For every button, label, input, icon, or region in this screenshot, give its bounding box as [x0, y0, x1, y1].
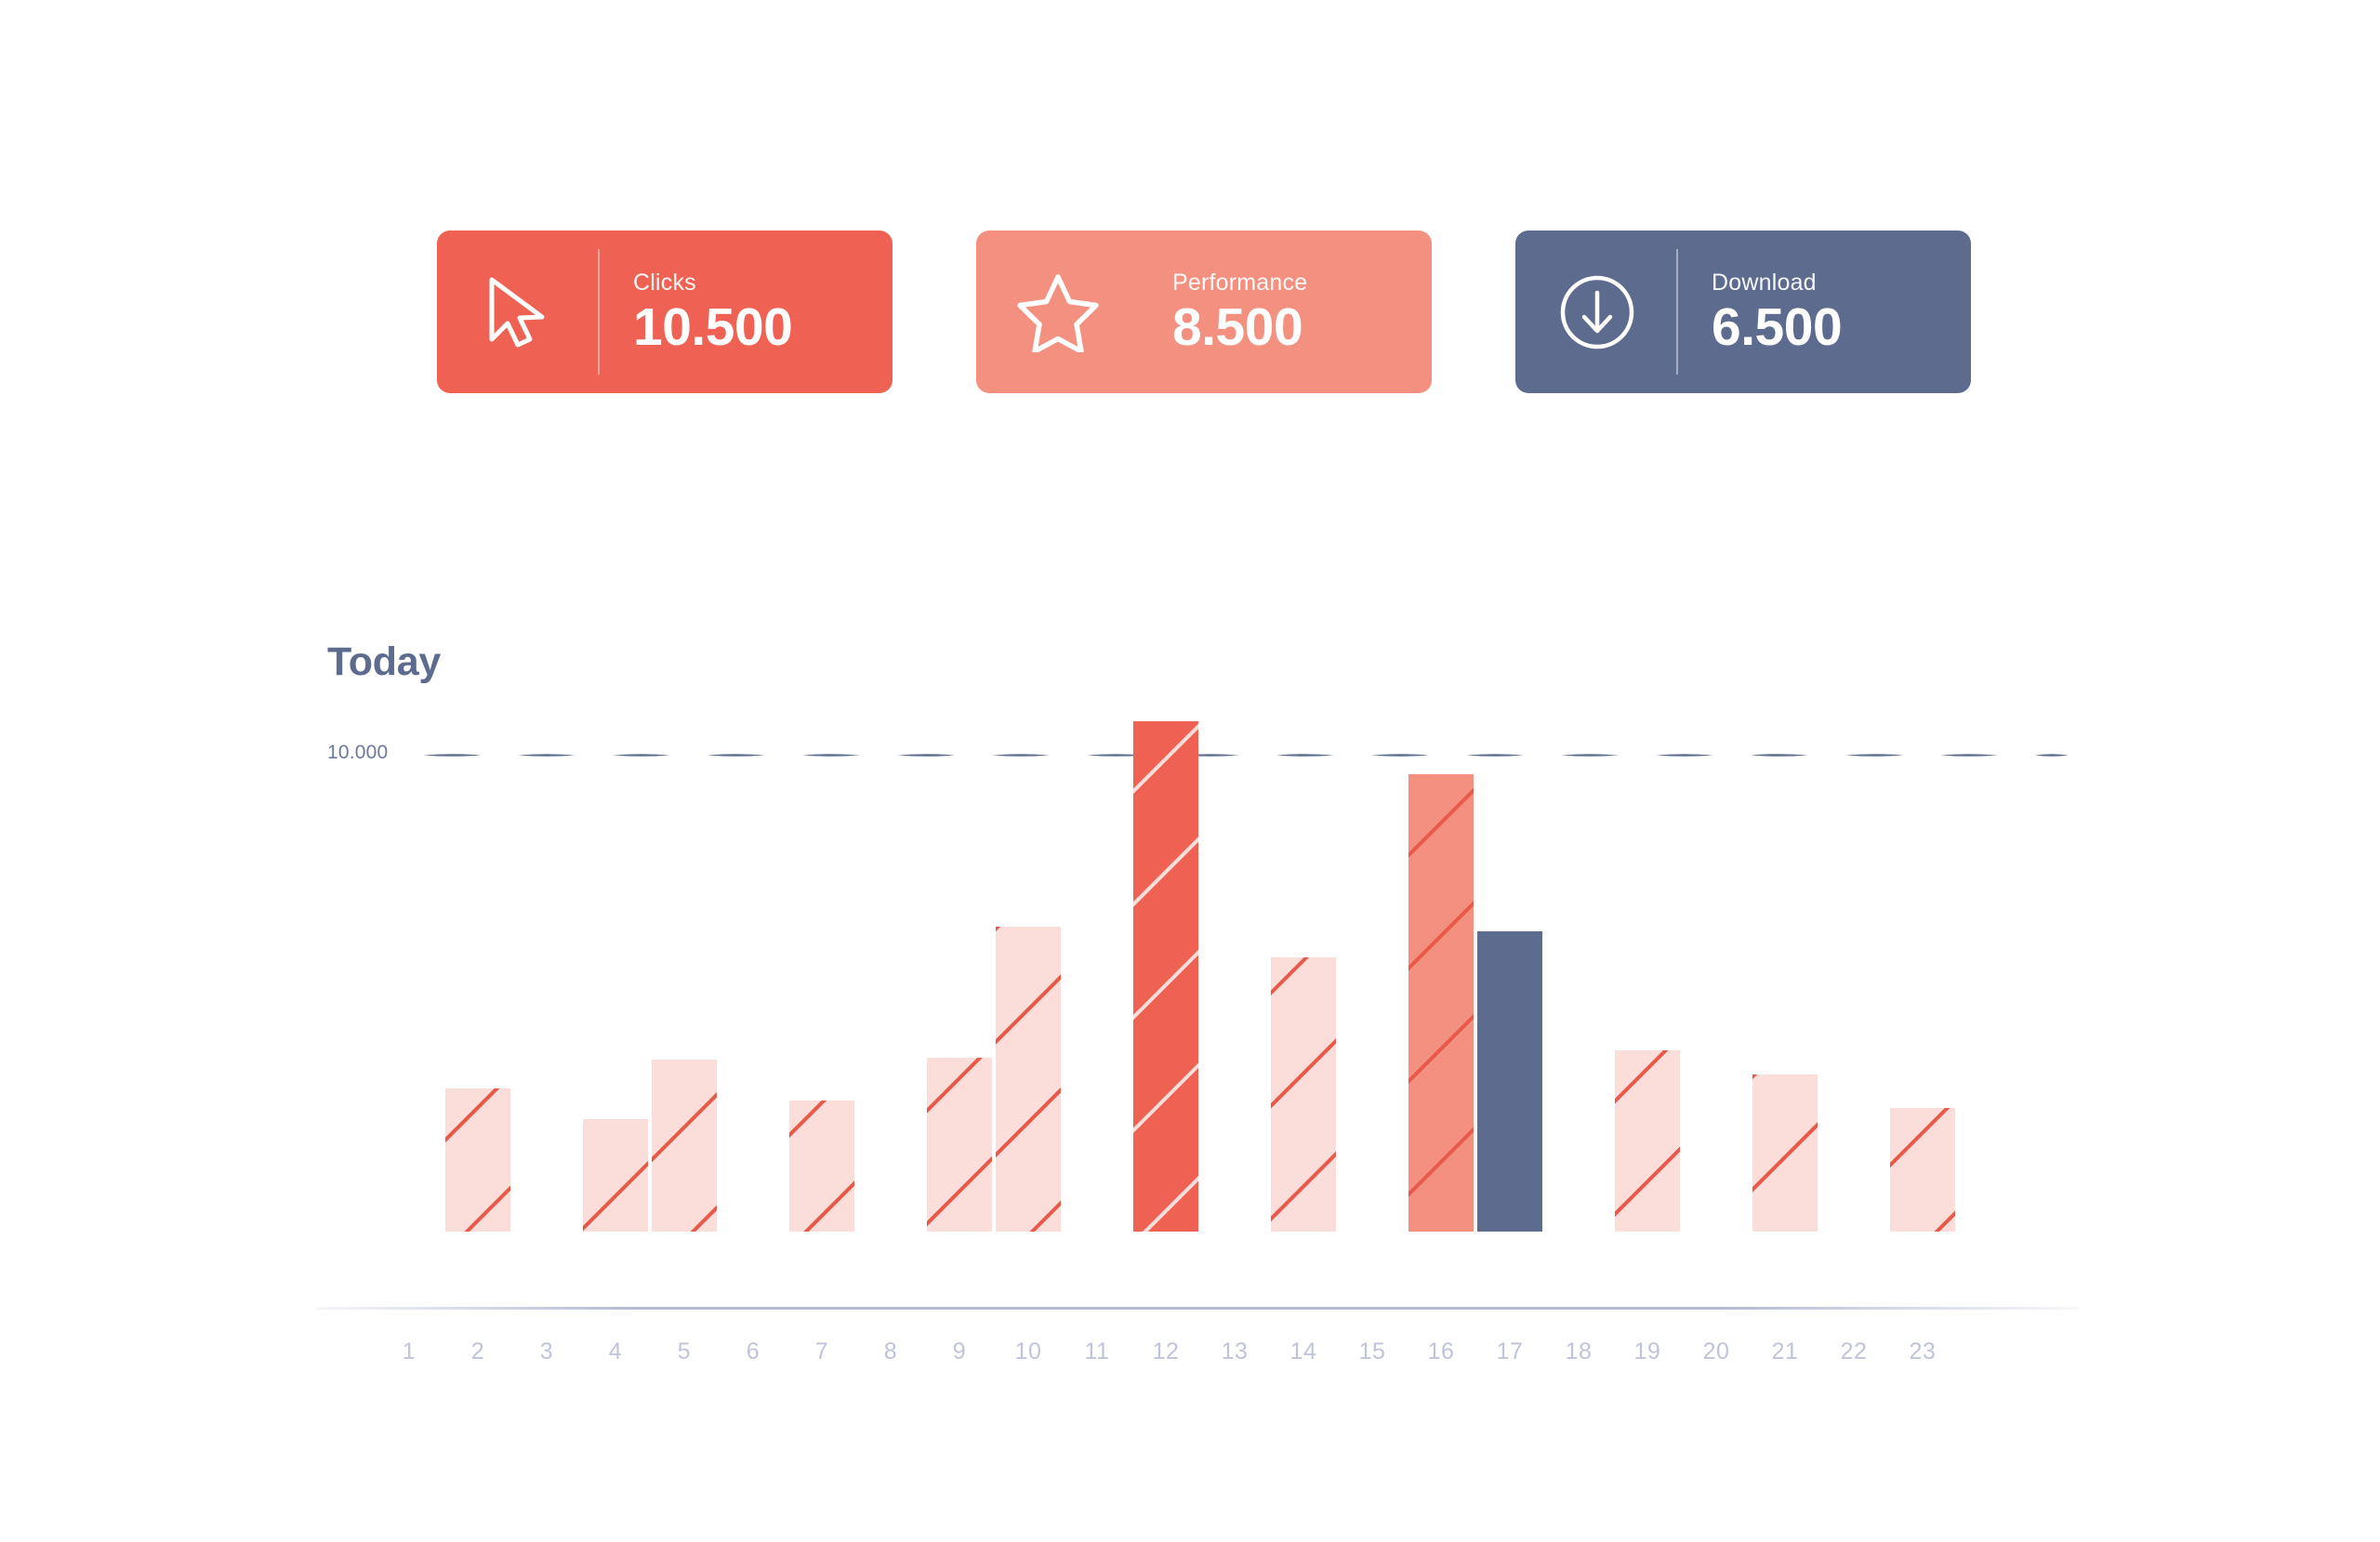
x-tick-7: 7 [814, 1338, 829, 1364]
x-axis-tick-labels: 1 2 3 4 5 6 7 8 9 10 11 12 13 14 15 16 17 18 19 20 21 22 23 [0, 1338, 2380, 1376]
stat-card-clicks[interactable]: Clicks 10.500 [437, 231, 892, 393]
card-divider [598, 249, 600, 375]
x-tick-15: 15 [1358, 1338, 1386, 1364]
page-title: Today [327, 639, 441, 684]
x-tick-3: 3 [539, 1338, 554, 1364]
x-tick-10: 10 [1014, 1338, 1042, 1364]
stat-card-label: Download [1712, 269, 1817, 296]
bar-4[interactable] [583, 1119, 648, 1232]
x-tick-1: 1 [402, 1338, 416, 1364]
y-axis-threshold-label: 10.000 [327, 742, 389, 763]
stat-card-value: 6.500 [1712, 297, 1843, 358]
x-tick-12: 12 [1152, 1338, 1180, 1364]
x-tick-6: 6 [746, 1338, 760, 1364]
x-tick-16: 16 [1427, 1338, 1455, 1364]
stat-card-text: Download 6.500 [1678, 269, 1843, 358]
cursor-pointer-icon [437, 231, 600, 393]
stat-card-text: Clicks 10.500 [600, 269, 793, 358]
bar-7[interactable] [789, 1100, 854, 1232]
x-tick-20: 20 [1702, 1338, 1730, 1364]
star-outline-icon [976, 231, 1139, 393]
x-tick-11: 11 [1084, 1338, 1110, 1364]
stat-card-row: Clicks 10.500 Performance 8.500 Download 6.50… [437, 231, 1971, 393]
x-tick-19: 19 [1633, 1338, 1661, 1364]
bar-19[interactable] [1615, 1050, 1680, 1232]
stat-card-performance[interactable]: Performance 8.500 [976, 231, 1432, 393]
stat-card-value: 10.500 [633, 297, 793, 358]
x-tick-4: 4 [608, 1338, 623, 1364]
x-tick-22: 22 [1840, 1338, 1868, 1364]
bar-10[interactable] [996, 927, 1061, 1232]
x-tick-21: 21 [1771, 1338, 1799, 1364]
stat-card-text: Performance 8.500 [1139, 270, 1307, 355]
card-divider [1676, 249, 1678, 375]
x-tick-5: 5 [677, 1338, 692, 1364]
stat-card-label: Performance [1172, 269, 1308, 296]
x-tick-9: 9 [952, 1338, 967, 1364]
bar-14[interactable] [1271, 957, 1336, 1232]
x-tick-14: 14 [1289, 1338, 1317, 1364]
bar-5[interactable] [652, 1060, 717, 1232]
bar-17[interactable] [1477, 931, 1542, 1232]
x-tick-17: 17 [1496, 1338, 1524, 1364]
threshold-dashed-line [423, 754, 2069, 757]
bar-21[interactable] [1752, 1074, 1818, 1232]
x-axis-line [316, 1307, 2078, 1310]
x-tick-18: 18 [1565, 1338, 1593, 1364]
bar-12[interactable] [1133, 721, 1198, 1232]
download-circle-icon [1515, 231, 1678, 393]
bar-16[interactable] [1408, 774, 1474, 1232]
stat-card-value: 8.500 [1172, 297, 1303, 358]
x-tick-13: 13 [1221, 1338, 1249, 1364]
x-tick-8: 8 [883, 1338, 898, 1364]
bar-2[interactable] [445, 1088, 510, 1232]
x-tick-2: 2 [470, 1338, 485, 1364]
bar-23[interactable] [1890, 1108, 1955, 1232]
stat-card-download[interactable]: Download 6.500 [1515, 231, 1971, 393]
bar-9[interactable] [927, 1058, 992, 1232]
stat-card-label: Clicks [633, 269, 696, 296]
x-tick-23: 23 [1909, 1338, 1937, 1364]
